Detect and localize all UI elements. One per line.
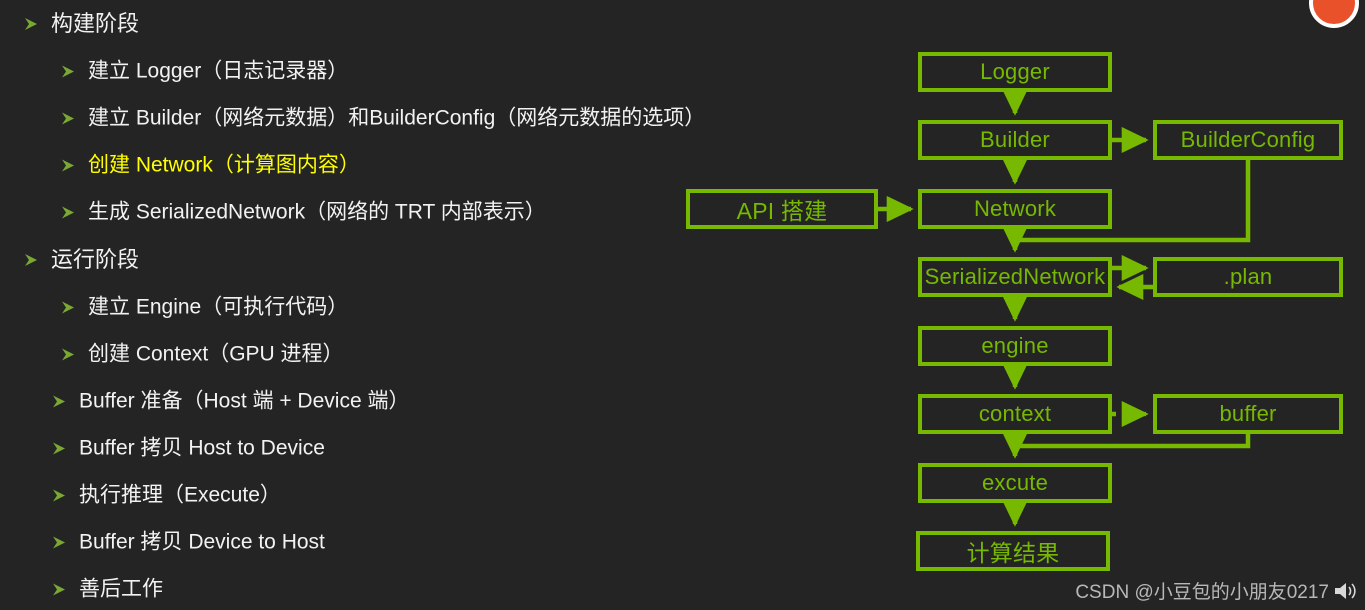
arrow-bullet-icon (22, 251, 40, 269)
diagram-node-buffer: buffer (1153, 394, 1343, 434)
outline-item-label: 建立 Builder（网络元数据）和BuilderConfig（网络元数据的选项… (88, 106, 706, 130)
outline-item: 建立 Engine（可执行代码） (59, 297, 348, 318)
slide-canvas: 构建阶段建立 Logger（日志记录器） 建立 Builder（网络元数据）和Bu… (0, 0, 1365, 610)
outline-item: 善后工作 (50, 579, 163, 600)
outline-item-label: 创建 Context（GPU 进程） (88, 342, 344, 366)
diagram-node-network: Network (918, 189, 1112, 229)
flow-diagram: Logger Builder BuilderConfig API 搭建 Network S… (680, 0, 1365, 610)
edge-buffer-excute (1017, 434, 1251, 449)
diagram-node-logger: Logger (918, 52, 1112, 92)
diagram-node-context: context (918, 394, 1112, 434)
diagram-node-builder: Builder (918, 120, 1112, 160)
outline-item-label: 运行阶段 (51, 247, 140, 272)
outline-item-label: 生成 SerializedNetwork（网络的 TRT 内部表示） (88, 200, 546, 224)
outline-item: Buffer 准备（Host 端 + Device 端） (50, 391, 409, 412)
diagram-node-api: API 搭建 (686, 189, 878, 229)
diagram-node-excute: excute (918, 463, 1112, 503)
outline-item-label: 执行推理（Execute） (79, 483, 281, 507)
outline-item-label: 创建 Network（计算图内容） (88, 153, 360, 177)
arrow-bullet-icon (59, 62, 77, 80)
outline-item: 建立 Logger（日志记录器） (59, 61, 348, 82)
outline-item: 执行推理（Execute） (50, 485, 281, 506)
outline-item: 构建阶段 (22, 13, 139, 35)
diagram-node-builderconfig: BuilderConfig (1153, 120, 1343, 160)
outline-item-label: Buffer 拷贝 Device to Host (79, 530, 325, 554)
arrow-bullet-icon (50, 392, 68, 410)
arrow-bullet-icon (50, 486, 68, 504)
diagram-node-serializednetwork: SerializedNetwork (918, 257, 1112, 297)
arrow-bullet-icon (50, 533, 68, 551)
outline-item: 生成 SerializedNetwork（网络的 TRT 内部表示） (59, 202, 546, 223)
arrow-bullet-icon (59, 203, 77, 221)
outline-item: 创建 Network（计算图内容） (59, 155, 360, 176)
outline-item: 建立 Builder（网络元数据）和BuilderConfig（网络元数据的选项… (59, 108, 705, 129)
outline-item-label: Buffer 拷贝 Host to Device (79, 436, 325, 460)
diagram-node-engine: engine (918, 326, 1112, 366)
outline-item: 运行阶段 (22, 249, 139, 271)
outline-item: 创建 Context（GPU 进程） (59, 344, 344, 365)
arrow-bullet-icon (59, 109, 77, 127)
outline-item-label: 善后工作 (79, 577, 163, 601)
outline-item-label: 构建阶段 (51, 11, 140, 36)
arrow-bullet-icon (59, 345, 77, 363)
outline-item: Buffer 拷贝 Host to Device (50, 438, 325, 459)
outline-item: Buffer 拷贝 Device to Host (50, 532, 325, 553)
outline-item-label: 建立 Logger（日志记录器） (88, 59, 349, 83)
diagram-node-result: 计算结果 (916, 531, 1110, 571)
arrow-bullet-icon (59, 298, 77, 316)
outline-item-label: 建立 Engine（可执行代码） (88, 295, 349, 319)
diagram-node-plan: .plan (1153, 257, 1343, 297)
outline-item-label: Buffer 准备（Host 端 + Device 端） (79, 389, 410, 413)
arrow-bullet-icon (22, 15, 40, 33)
outline-panel: 构建阶段建立 Logger（日志记录器） 建立 Builder（网络元数据）和Bu… (0, 0, 705, 610)
arrow-bullet-icon (50, 580, 68, 598)
arrow-bullet-icon (50, 439, 68, 457)
arrow-bullet-icon (59, 156, 77, 174)
